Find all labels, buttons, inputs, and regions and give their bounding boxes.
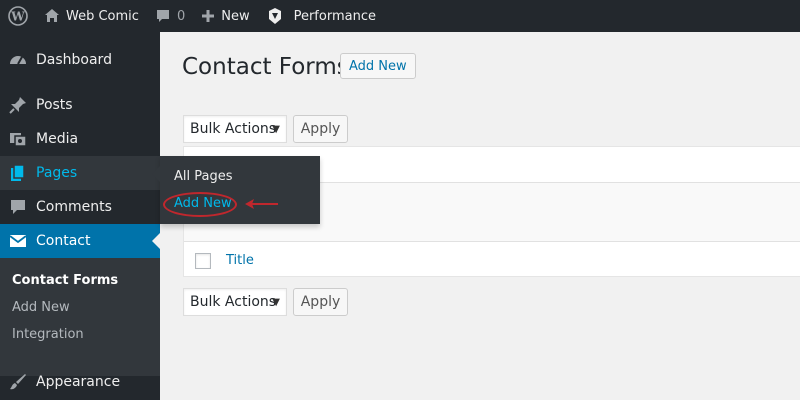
add-new-button[interactable]: Add New bbox=[340, 53, 416, 79]
performance-link[interactable]: Performance bbox=[258, 0, 384, 32]
performance-label: Performance bbox=[293, 8, 376, 24]
annotation-arrow-icon bbox=[245, 199, 278, 209]
sidebar-item-appearance[interactable]: Appearance bbox=[0, 365, 160, 399]
sidebar-item-label: Dashboard bbox=[36, 52, 112, 68]
pages-icon bbox=[0, 164, 36, 182]
comments-link[interactable]: 0 bbox=[147, 0, 193, 32]
plus-icon bbox=[202, 10, 215, 22]
annotation-highlight-ellipse bbox=[163, 192, 237, 217]
sidebar-item-media[interactable]: Media bbox=[0, 122, 160, 156]
brush-icon bbox=[0, 373, 36, 391]
bulk-actions-label: Bulk Actions bbox=[190, 121, 277, 137]
sidebar-item-label: Contact bbox=[36, 233, 91, 249]
apply-button-bottom[interactable]: Apply bbox=[293, 288, 348, 316]
submenu-item-integration[interactable]: Integration bbox=[12, 327, 84, 342]
bulk-actions-select-top[interactable]: Bulk Actions ▼ bbox=[183, 115, 287, 143]
wordpress-logo-button[interactable]: W bbox=[0, 0, 36, 32]
bulk-actions-label: Bulk Actions bbox=[190, 294, 277, 310]
sidebar-item-pages[interactable]: Pages bbox=[0, 156, 160, 190]
dashboard-icon bbox=[0, 51, 36, 69]
new-label: New bbox=[221, 8, 250, 24]
wordpress-icon: W bbox=[8, 6, 28, 26]
pin-icon bbox=[0, 96, 36, 114]
page-title: Contact Forms bbox=[182, 54, 349, 80]
select-all-checkbox[interactable] bbox=[195, 253, 211, 269]
submenu-item-add-new[interactable]: Add New bbox=[12, 300, 70, 315]
svg-text:W: W bbox=[10, 10, 25, 24]
sidebar-item-label: Posts bbox=[36, 97, 73, 113]
sidebar-item-dashboard[interactable]: Dashboard bbox=[0, 43, 160, 77]
sidebar-item-label: Media bbox=[36, 131, 79, 147]
contact-submenu: Contact Forms Add New Integration bbox=[0, 258, 160, 376]
sidebar-item-label: Pages bbox=[36, 165, 78, 181]
sidebar-item-comments[interactable]: Comments bbox=[0, 190, 160, 224]
sidebar-item-label: Appearance bbox=[36, 374, 121, 390]
sidebar-item-posts[interactable]: Posts bbox=[0, 88, 160, 122]
site-name: Web Comic bbox=[66, 8, 139, 24]
dropdown-arrow-icon: ▼ bbox=[272, 296, 280, 308]
home-icon bbox=[45, 9, 59, 22]
mail-icon bbox=[0, 232, 36, 250]
column-header-title[interactable]: Title bbox=[226, 253, 254, 268]
site-name-link[interactable]: Web Comic bbox=[36, 0, 147, 32]
performance-icon bbox=[268, 8, 281, 24]
comment-icon bbox=[156, 10, 169, 22]
submenu-item-contact-forms[interactable]: Contact Forms bbox=[12, 273, 118, 288]
new-content-link[interactable]: New bbox=[193, 0, 257, 32]
admin-sidebar: Dashboard Posts Media Pages Comments Con… bbox=[0, 32, 160, 400]
admin-bar: W Web Comic 0 New Performance bbox=[0, 0, 800, 32]
comment-icon bbox=[0, 198, 36, 216]
media-icon bbox=[0, 130, 36, 148]
bulk-actions-select-bottom[interactable]: Bulk Actions ▼ bbox=[183, 288, 287, 316]
apply-button-top[interactable]: Apply bbox=[293, 115, 348, 143]
flyout-item-all-pages[interactable]: All Pages bbox=[174, 169, 233, 184]
comments-count: 0 bbox=[176, 8, 186, 24]
sidebar-item-label: Comments bbox=[36, 199, 112, 215]
dropdown-arrow-icon: ▼ bbox=[272, 123, 280, 135]
sidebar-item-contact[interactable]: Contact bbox=[0, 224, 160, 258]
